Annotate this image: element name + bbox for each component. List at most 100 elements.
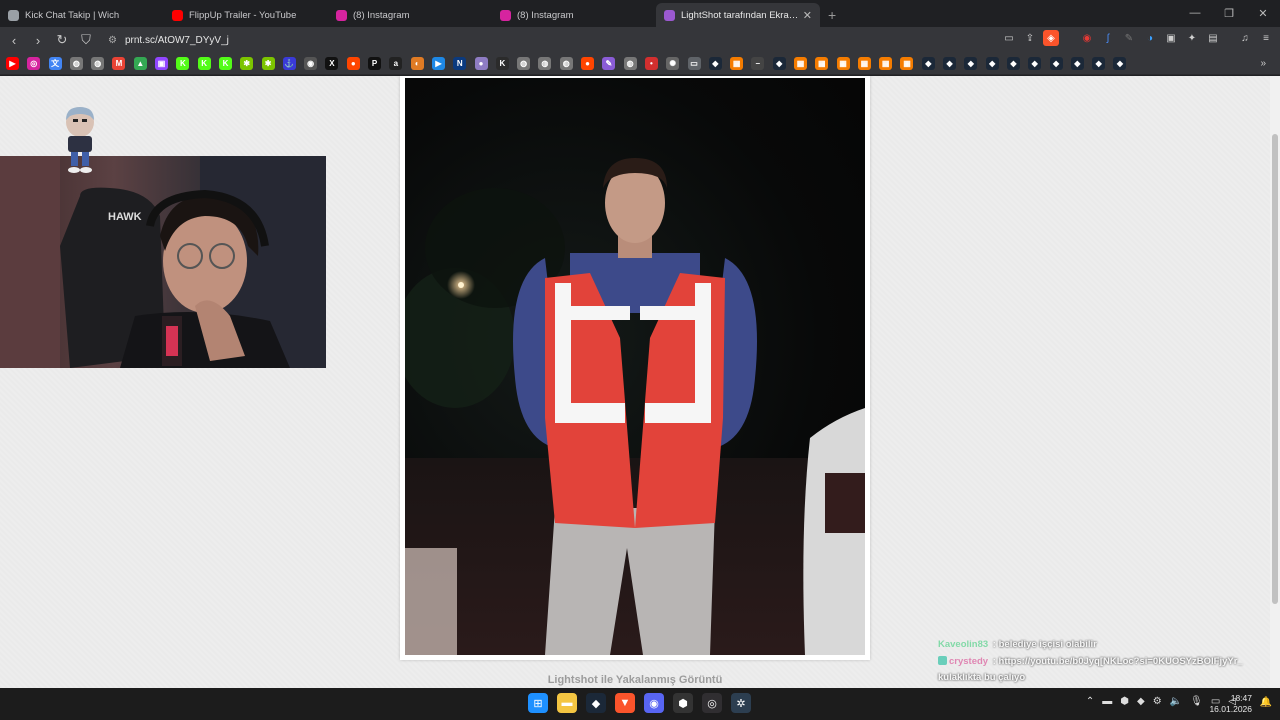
steam-icon[interactable]: ◆ <box>943 57 957 70</box>
kick-icon[interactable]: K <box>197 57 211 70</box>
game-icon[interactable]: ✱ <box>261 57 275 70</box>
chevron-up-icon[interactable]: ⌃ <box>1086 696 1094 707</box>
bookmark-icon[interactable]: ⛉ <box>76 30 96 50</box>
kick-icon[interactable]: K <box>176 57 190 70</box>
box-icon[interactable]: ▦ <box>900 57 914 70</box>
a-icon[interactable]: a <box>389 57 403 70</box>
clock[interactable]: 18:47 16.01.2026 <box>1209 693 1252 715</box>
drive-icon[interactable]: ▲ <box>133 57 147 70</box>
page-scrollbar[interactable] <box>1270 76 1280 688</box>
orb-icon[interactable]: ● <box>474 57 488 70</box>
k-icon[interactable]: K <box>495 57 509 70</box>
more-bookmarks-icon[interactable]: » <box>1260 58 1266 69</box>
close-tab-icon[interactable]: ✕ <box>803 9 812 22</box>
anchor-icon[interactable]: ⚓ <box>282 57 296 70</box>
app-icon[interactable]: ✲ <box>731 693 751 713</box>
steam-icon[interactable]: ◆ <box>1028 57 1042 70</box>
youtube-icon[interactable]: ▶ <box>6 57 19 70</box>
reddit-icon[interactable]: ● <box>581 57 595 70</box>
dot-icon[interactable]: • <box>644 57 658 70</box>
globe-icon[interactable]: ◍ <box>69 57 83 70</box>
brave-shield-icon[interactable]: ◈ <box>1043 30 1059 46</box>
obs-icon[interactable]: ◎ <box>702 693 722 713</box>
sidebar-icon[interactable]: ▤ <box>1205 30 1221 46</box>
translate-icon[interactable]: 文 <box>48 57 62 70</box>
address-bar[interactable]: ⚙ prnt.sc/AtOW7_DYyV_j <box>104 30 1004 50</box>
reload-icon[interactable]: ↻ <box>52 30 72 50</box>
globe-icon[interactable]: ◍ <box>91 57 105 70</box>
pen-icon[interactable]: ✎ <box>602 57 616 70</box>
maximize-icon[interactable]: ❐ <box>1212 0 1246 26</box>
globe-icon[interactable]: ◍ <box>559 57 573 70</box>
play-icon[interactable]: ▶ <box>431 57 445 70</box>
extension-icon[interactable]: ▣ <box>1163 30 1179 46</box>
menu-icon[interactable]: ≡ <box>1258 30 1274 46</box>
ublock-icon[interactable]: ◉ <box>1079 30 1095 46</box>
twitch-icon[interactable]: ▣ <box>155 57 169 70</box>
extension-icon[interactable]: ✎ <box>1121 30 1137 46</box>
close-window-icon[interactable]: ✕ <box>1246 0 1280 26</box>
box-icon[interactable]: ▦ <box>879 57 893 70</box>
volume-icon[interactable]: 🔈 <box>1170 696 1182 707</box>
steam-icon[interactable]: ◆ <box>772 57 786 70</box>
steam-icon[interactable]: ◆ <box>964 57 978 70</box>
globe-icon[interactable]: ◍ <box>538 57 552 70</box>
steam-icon[interactable]: ◆ <box>1049 57 1063 70</box>
circle-icon[interactable]: ◐ <box>410 57 424 70</box>
steam-icon[interactable]: ◆ <box>921 57 935 70</box>
microphone-icon[interactable]: 🎙 <box>1190 696 1203 707</box>
screenshot-image[interactable]: P <box>405 78 865 655</box>
media-icon[interactable]: ♫ <box>1237 30 1253 46</box>
notification-icon[interactable]: 🔔 <box>1260 697 1272 708</box>
nfl-icon[interactable]: N <box>453 57 467 70</box>
box-icon[interactable]: ▦ <box>793 57 807 70</box>
minimize-icon[interactable]: — <box>1178 0 1212 26</box>
browser-tab[interactable]: Kick Chat Takip | Wich <box>0 3 164 27</box>
tray-app-icon[interactable]: ⬢ <box>1120 696 1129 707</box>
share-icon[interactable]: ⇪ <box>1022 30 1038 46</box>
p-icon[interactable]: P <box>368 57 382 70</box>
robot-icon[interactable]: ◉ <box>304 57 318 70</box>
box-icon[interactable]: ▦ <box>815 57 829 70</box>
steam-icon[interactable]: ◆ <box>586 693 606 713</box>
back-icon[interactable]: ‹ <box>4 30 24 50</box>
globe-icon[interactable]: ◍ <box>517 57 531 70</box>
browser-tab[interactable]: (8) Instagram <box>492 3 656 27</box>
browser-tab[interactable]: FlippUp Trailer - YouTube <box>164 3 328 27</box>
browser-tab[interactable]: LightShot tarafından Ekran Görü ✕ <box>656 3 820 27</box>
gmail-icon[interactable]: M <box>112 57 126 70</box>
box-icon[interactable]: ▦ <box>836 57 850 70</box>
box-icon[interactable]: ▦ <box>730 57 744 70</box>
steam-tray-icon[interactable]: ◆ <box>1137 696 1145 707</box>
folder-icon[interactable]: ▭ <box>687 57 701 70</box>
x-icon[interactable]: X <box>325 57 339 70</box>
dash-icon[interactable]: – <box>751 57 765 70</box>
kick-icon[interactable]: K <box>218 57 232 70</box>
new-tab-button[interactable]: + <box>820 7 844 27</box>
scrollbar-thumb[interactable] <box>1272 134 1278 604</box>
tray-app-icon[interactable]: ▬ <box>1102 696 1112 707</box>
cast-icon[interactable]: ▭ <box>1001 30 1017 46</box>
discord-icon[interactable]: ◉ <box>644 693 664 713</box>
file-explorer-icon[interactable]: ▬ <box>557 693 577 713</box>
reddit-icon[interactable]: ● <box>346 57 360 70</box>
app-icon[interactable]: ⬢ <box>673 693 693 713</box>
windows-start-icon[interactable]: ⊞ <box>528 693 548 713</box>
forward-icon[interactable]: › <box>28 30 48 50</box>
site-info-icon[interactable]: ⚙ <box>108 35 117 46</box>
browser-tab[interactable]: (8) Instagram <box>328 3 492 27</box>
steam-icon[interactable]: ◆ <box>1006 57 1020 70</box>
tray-app-icon[interactable]: ⚙ <box>1153 696 1162 707</box>
globe-icon[interactable]: ◍ <box>623 57 637 70</box>
extension-icon[interactable]: ◑ <box>1142 30 1158 46</box>
brave-icon[interactable]: ▼ <box>615 693 635 713</box>
settings-icon[interactable]: ✺ <box>666 57 680 70</box>
steam-icon[interactable]: ◆ <box>1092 57 1106 70</box>
extensions-puzzle-icon[interactable]: ✦ <box>1184 30 1200 46</box>
extension-icon[interactable]: ʃ <box>1100 30 1116 46</box>
box-icon[interactable]: ▦ <box>857 57 871 70</box>
game-icon[interactable]: ✱ <box>240 57 254 70</box>
steam-icon[interactable]: ◆ <box>1070 57 1084 70</box>
steam-icon[interactable]: ◆ <box>985 57 999 70</box>
instagram-icon[interactable]: ◎ <box>27 57 41 70</box>
